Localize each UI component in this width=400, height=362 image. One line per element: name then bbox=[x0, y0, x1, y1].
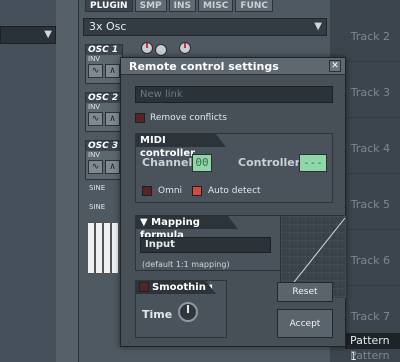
omni-checkbox[interactable] bbox=[142, 186, 152, 196]
controller-display[interactable]: --- bbox=[299, 154, 327, 172]
waveform-buttons: ∿ ∧ bbox=[86, 64, 122, 78]
remove-conflicts-label: Remove conflicts bbox=[150, 113, 227, 123]
smoothing-group: Smoothing Time bbox=[135, 280, 227, 338]
formula-note: (default 1:1 mapping) bbox=[142, 260, 230, 269]
plugin-tabs: PLUGIN SMP INS MISC FUNC bbox=[85, 0, 274, 12]
track-label: Track 4 bbox=[350, 142, 390, 155]
sine-wave-icon[interactable]: ∿ bbox=[88, 112, 103, 126]
pattern-selector[interactable]: Pattern 1 bbox=[345, 333, 400, 362]
osc-1-label: OSC 1 bbox=[86, 45, 122, 55]
track-label: Track 2 bbox=[350, 30, 390, 43]
osc-3-label: OSC 3 bbox=[86, 141, 122, 151]
chevron-down-icon: ▼ bbox=[44, 29, 52, 40]
track-label: Track 5 bbox=[350, 198, 390, 211]
left-strip bbox=[56, 0, 78, 362]
dialog-titlebar[interactable]: Remote control settings ✕ bbox=[121, 58, 345, 75]
pattern-item[interactable]: Pattern 2 bbox=[345, 349, 400, 362]
close-icon[interactable]: ✕ bbox=[329, 60, 341, 72]
track-label: Track 3 bbox=[350, 86, 390, 99]
preset-name: 3x Osc bbox=[89, 20, 127, 33]
osc-3-panel: OSC 3 INV ∿ ∧ bbox=[85, 140, 123, 180]
sine-label: SINE bbox=[89, 184, 106, 192]
knob[interactable] bbox=[179, 42, 191, 54]
chevron-down-icon: ▼ bbox=[314, 21, 322, 32]
triangle-wave-icon[interactable]: ∧ bbox=[105, 160, 120, 174]
omni-label: Omni bbox=[158, 186, 183, 196]
remove-conflicts-checkbox[interactable] bbox=[135, 113, 145, 123]
triangle-wave-icon[interactable]: ∧ bbox=[105, 64, 120, 78]
tab-misc[interactable]: MISC bbox=[198, 0, 234, 12]
remote-control-dialog: Remote control settings ✕ Remove conflic… bbox=[120, 57, 347, 347]
tab-func[interactable]: FUNC bbox=[235, 0, 274, 12]
triangle-wave-icon[interactable]: ∧ bbox=[105, 112, 120, 126]
left-panel: ▼ bbox=[0, 0, 78, 362]
sine-label: SINE bbox=[89, 203, 106, 211]
midi-controller-header: MIDI controller bbox=[136, 134, 226, 159]
sine-wave-icon[interactable]: ∿ bbox=[88, 64, 103, 78]
formula-input[interactable]: Input bbox=[140, 237, 271, 253]
dialog-title: Remote control settings bbox=[129, 60, 279, 73]
collapse-icon: ▼ bbox=[140, 217, 152, 228]
osc-1-panel: OSC 1 INV ∿ ∧ bbox=[85, 44, 123, 84]
reset-button[interactable]: Reset bbox=[277, 282, 333, 302]
tab-plugin[interactable]: PLUGIN bbox=[85, 0, 133, 12]
track-row[interactable]: Track 2 bbox=[330, 6, 400, 62]
link-name-input[interactable] bbox=[135, 86, 333, 103]
inv-label[interactable]: INV bbox=[86, 55, 122, 64]
sine-wave-icon[interactable]: ∿ bbox=[88, 160, 103, 174]
time-label: Time bbox=[142, 308, 173, 321]
knob[interactable] bbox=[141, 42, 153, 54]
left-combo[interactable]: ▼ bbox=[0, 26, 56, 44]
time-knob[interactable] bbox=[178, 302, 198, 322]
channel-display[interactable]: 00 bbox=[192, 154, 212, 172]
preset-selector[interactable]: 3x Osc ▼ bbox=[83, 18, 327, 36]
inv-label[interactable]: INV bbox=[86, 151, 122, 160]
auto-detect-label: Auto detect bbox=[208, 186, 261, 196]
mapping-formula-group: ▼ Mapping formula Input (default 1:1 map… bbox=[135, 215, 347, 298]
accept-button[interactable]: Accept bbox=[277, 309, 333, 338]
tab-smp[interactable]: SMP bbox=[134, 0, 167, 12]
smoothing-checkbox[interactable] bbox=[139, 282, 149, 292]
midi-controller-group: MIDI controller Channel 00 Controller --… bbox=[135, 133, 333, 203]
channel-label: Channel bbox=[142, 156, 193, 169]
track-label: Track 6 bbox=[350, 254, 390, 267]
tab-ins[interactable]: INS bbox=[168, 0, 197, 12]
osc-2-label: OSC 2 bbox=[86, 93, 122, 103]
waveform-buttons: ∿ ∧ bbox=[86, 112, 122, 126]
osc-2-panel: OSC 2 INV ∿ ∧ bbox=[85, 92, 123, 132]
auto-detect-checkbox[interactable] bbox=[192, 186, 202, 196]
mapping-formula-header[interactable]: ▼ Mapping formula bbox=[136, 216, 238, 241]
knob[interactable] bbox=[155, 44, 167, 56]
controller-label: Controller bbox=[238, 156, 301, 169]
waveform-buttons: ∿ ∧ bbox=[86, 160, 122, 174]
inv-label[interactable]: INV bbox=[86, 103, 122, 112]
track-label: Track 7 bbox=[350, 310, 390, 323]
